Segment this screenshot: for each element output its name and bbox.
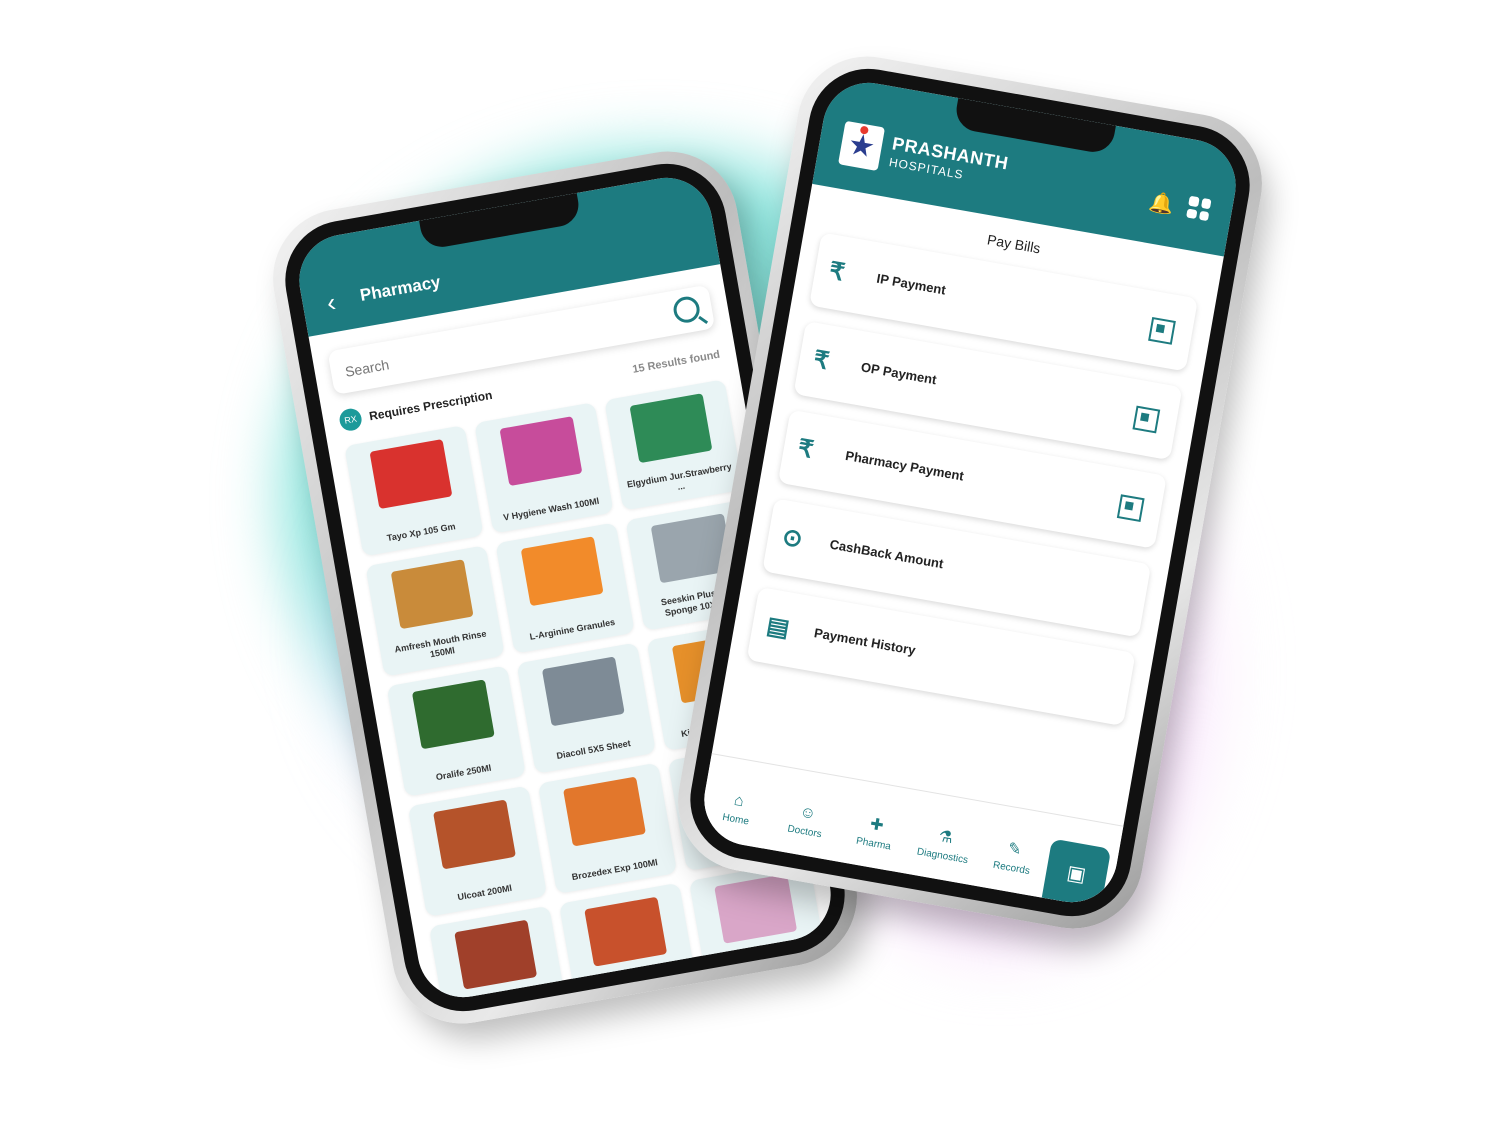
product-name: Oralife 250Ml [435,762,493,783]
logo-star-icon [848,132,876,160]
hospital-logo [838,120,886,172]
product-name: Brozedex Exp 100Ml [571,857,659,883]
product-image [563,776,646,847]
logo-dot [859,125,869,135]
page-title: Pharmacy [358,272,442,305]
chevron-left-icon[interactable]: ‹ [324,287,338,318]
doctor-icon: ☺ [798,803,818,824]
product-card[interactable]: L-Arginine Granules [495,522,635,654]
product-image [433,799,516,870]
records-icon: ✎ [1006,840,1023,860]
payment-option-label: OP Payment [859,359,938,388]
product-card[interactable]: Tayo Xp 105 Gm [344,425,484,557]
product-card[interactable]: Oralife 250Ml [386,665,527,797]
cashback-icon: ⊙ [780,523,805,554]
product-image [714,873,797,944]
product-card[interactable]: Elgydium Jur.Strawberry ... [604,379,744,511]
product-image [499,416,583,487]
payment-list: ₹ IP Payment ₹ OP Payment ₹ Pharmacy Payment ⊙… [746,232,1199,727]
grid-menu-icon[interactable] [1186,195,1212,222]
product-card[interactable]: Ulcoat 200Ml [407,785,548,917]
receipt-icon: ▤ [764,611,792,643]
results-count: 15 Results found [631,348,721,376]
payment-option-label: Pharmacy Payment [844,447,965,484]
product-card[interactable]: Diacoll 5X5 Sheet [516,642,657,774]
product-name: Amfresh Mouth Rinse 150Ml [393,628,488,660]
product-name: V Hygiene Wash 100Ml [502,495,600,523]
nav-item-label: Records [992,859,1031,878]
rupee-icon: ₹ [795,434,816,464]
product-image [369,439,453,509]
pharma-icon: ✚ [868,815,885,835]
payment-option-label: IP Payment [875,270,947,298]
product-card[interactable]: V Hygiene Wash 100Ml [474,402,614,534]
qr-scan-icon[interactable] [1132,405,1161,434]
requires-prescription-label: Requires Prescription [368,387,494,424]
product-image [629,393,713,464]
product-image [454,919,537,990]
payment-option-label: Payment History [813,625,917,658]
wallet-icon[interactable]: ▣ [1041,838,1112,909]
product-image [391,559,474,630]
payment-option-label: CashBack Amount [828,536,945,572]
product-image [521,536,604,607]
rupee-icon: ₹ [811,346,832,376]
product-name: Diacoll 5X5 Sheet [555,738,632,761]
nav-item-label: Home [721,812,750,828]
rx-badge: RX [337,406,364,433]
product-name: Tayo Xp 105 Gm [386,521,457,544]
search-icon[interactable] [671,294,702,325]
product-image [412,679,495,750]
product-card[interactable]: Amfresh Mouth Rinse 150Ml [365,545,505,677]
qr-scan-icon[interactable] [1148,316,1176,345]
product-name: Ulcoat 200Ml [456,882,513,903]
rupee-icon: ₹ [827,257,847,287]
product-card[interactable]: Brozedex Exp 100Ml [537,762,678,895]
nav-item-label: Doctors [786,823,823,841]
nav-item-label: Pharma [855,835,892,853]
product-image [584,896,667,967]
bell-icon[interactable]: 🔔 [1147,189,1176,218]
product-name: Elgydium Jur.Strawberry ... [626,461,733,492]
product-name: L-Arginine Granules [528,616,616,642]
home-icon: ⌂ [732,791,746,811]
product-image [542,656,625,727]
qr-scan-icon[interactable] [1116,494,1145,523]
